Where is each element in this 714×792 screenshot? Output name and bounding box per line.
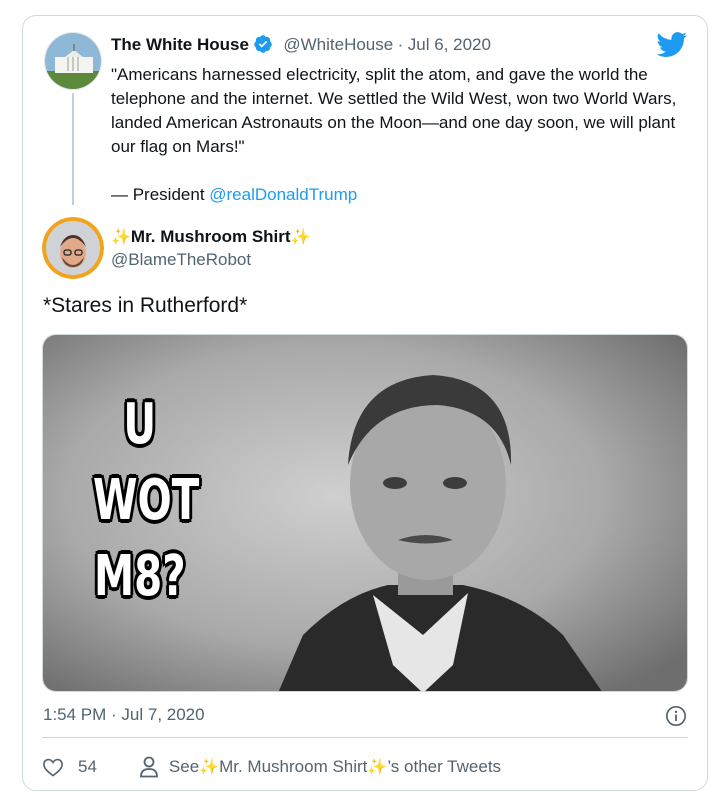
thread-connector-line bbox=[72, 93, 74, 205]
like-count: 54 bbox=[78, 757, 97, 776]
quoted-author-name[interactable]: The White House bbox=[111, 35, 249, 54]
sparkle-icon: ✨ bbox=[290, 229, 311, 246]
tweet-text: *Stares in Rutherford* bbox=[43, 294, 248, 317]
like-button[interactable]: 54 bbox=[42, 757, 97, 777]
see-author-name: Mr. Mushroom Shirt bbox=[219, 757, 368, 776]
meme-line: WOT bbox=[93, 468, 200, 533]
separator-dot: · bbox=[397, 35, 404, 54]
tweet-author-handle[interactable]: @BlameTheRobot bbox=[111, 250, 251, 270]
tweet-media-image[interactable]: U WOT M8? bbox=[42, 334, 688, 692]
info-icon[interactable] bbox=[665, 705, 687, 727]
meme-line: M8? bbox=[94, 544, 186, 609]
tweet-timestamp[interactable]: 1:54 PM · Jul 7, 2020 bbox=[43, 705, 205, 725]
sparkle-icon: ✨ bbox=[111, 229, 131, 246]
sparkle-icon: ✨ bbox=[367, 759, 388, 776]
twitter-bird-icon[interactable] bbox=[656, 32, 688, 58]
quoted-date[interactable]: Jul 6, 2020 bbox=[408, 35, 491, 54]
quoted-tweet-text: "Americans harnessed electricity, split … bbox=[111, 65, 677, 156]
heart-icon bbox=[43, 758, 63, 777]
quoted-tweet-body: "Americans harnessed electricity, split … bbox=[111, 63, 681, 207]
attribution-prefix: — President bbox=[111, 185, 210, 204]
quoted-author-handle[interactable]: @WhiteHouse bbox=[283, 35, 393, 54]
tweet-author-name[interactable]: ✨Mr. Mushroom Shirt✨ bbox=[111, 227, 310, 247]
white-house-avatar[interactable] bbox=[44, 32, 102, 90]
mention-link[interactable]: @realDonaldTrump bbox=[209, 185, 357, 204]
see-other-tweets-button[interactable]: See ✨ Mr. Mushroom Shirt ✨ ’s other Twee… bbox=[139, 756, 501, 778]
verified-badge-icon bbox=[253, 34, 273, 54]
meme-caption: U WOT M8? bbox=[93, 387, 200, 615]
actions-divider bbox=[42, 737, 688, 738]
see-suffix: ’s other Tweets bbox=[387, 757, 502, 776]
meme-line: U bbox=[123, 392, 157, 457]
quoted-tweet-header: The White House @WhiteHouse · Jul 6, 202… bbox=[111, 34, 491, 55]
quoted-attribution: — President @realDonaldTrump bbox=[111, 183, 681, 207]
author-name-text: Mr. Mushroom Shirt bbox=[130, 227, 291, 246]
person-icon bbox=[140, 756, 158, 778]
sparkle-icon: ✨ bbox=[199, 759, 220, 776]
mushroom-shirt-avatar[interactable] bbox=[42, 217, 104, 279]
see-prefix: See bbox=[168, 757, 200, 776]
tweet-actions-bar: 54 See ✨ Mr. Mushroom Shirt ✨ ’s other T… bbox=[42, 754, 501, 780]
